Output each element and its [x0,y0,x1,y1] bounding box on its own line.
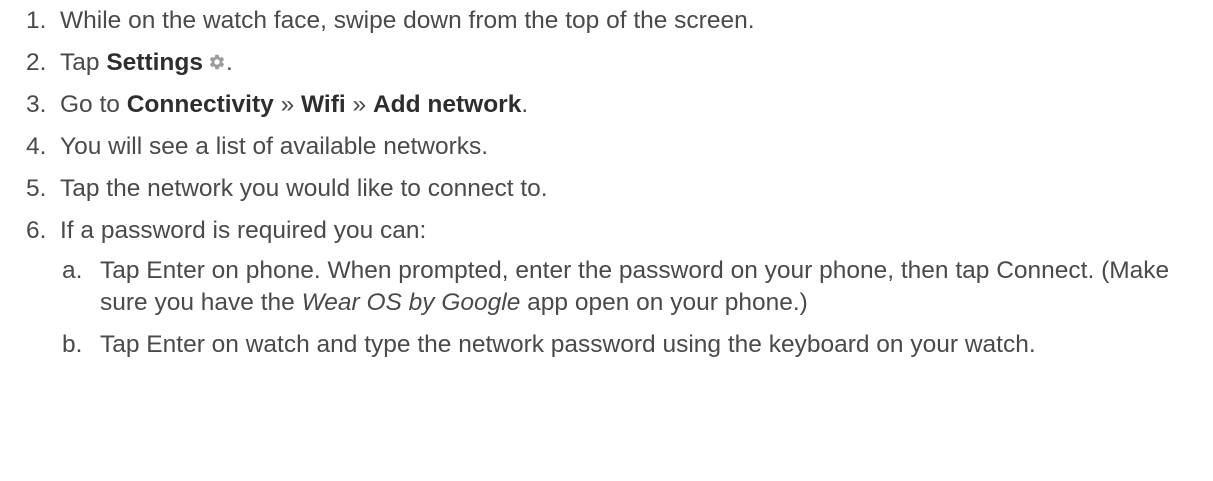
step-text: Tap the network you would like to connec… [60,175,548,202]
step-text-pre: Tap [60,49,107,76]
substeps-list: a. Tap Enter on phone. When prompted, en… [60,255,1213,361]
step-number: 4. [26,133,47,160]
step-text: You will see a list of available network… [60,133,489,160]
wifi-label: Wifi [301,91,346,118]
path-separator: » [345,91,373,118]
steps-list: 1. While on the watch face, swipe down f… [0,3,1213,361]
substep-a: a. Tap Enter on phone. When prompted, en… [60,255,1180,319]
step-3: 3. Go to Connectivity » Wifi » Add netwo… [0,87,1213,123]
substep-text: Tap Enter on watch and type the network … [100,331,1036,358]
path-separator: » [273,91,302,118]
step-number: 2. [26,49,47,76]
step-text-pre: Go to [60,91,127,118]
substep-b: b. Tap Enter on watch and type the netwo… [60,329,1180,361]
step-text-post: . [225,49,233,76]
step-text: If a password is required you can: [60,217,427,244]
step-number: 6. [26,217,47,244]
connectivity-label: Connectivity [126,91,274,118]
settings-label: Settings [106,49,203,76]
step-number: 3. [26,91,47,118]
gear-icon [208,46,226,70]
step-number: 1. [26,7,47,34]
step-4: 4. You will see a list of available netw… [0,129,1213,165]
substep-text-post: app open on your phone.) [520,289,808,316]
step-5: 5. Tap the network you would like to con… [0,171,1213,207]
add-network-label: Add network [372,91,522,118]
step-number: 5. [26,175,47,202]
step-text: While on the watch face, swipe down from… [60,7,755,34]
substep-letter: a. [62,257,83,284]
step-6: 6. If a password is required you can: a.… [0,213,1213,361]
app-name: Wear OS by Google [301,289,521,316]
step-1: 1. While on the watch face, swipe down f… [0,3,1213,39]
instructions-page: 1. While on the watch face, swipe down f… [0,0,1213,481]
step-2: 2. Tap Settings. [0,45,1213,81]
step-text-post: . [521,91,529,118]
substep-letter: b. [62,331,83,358]
